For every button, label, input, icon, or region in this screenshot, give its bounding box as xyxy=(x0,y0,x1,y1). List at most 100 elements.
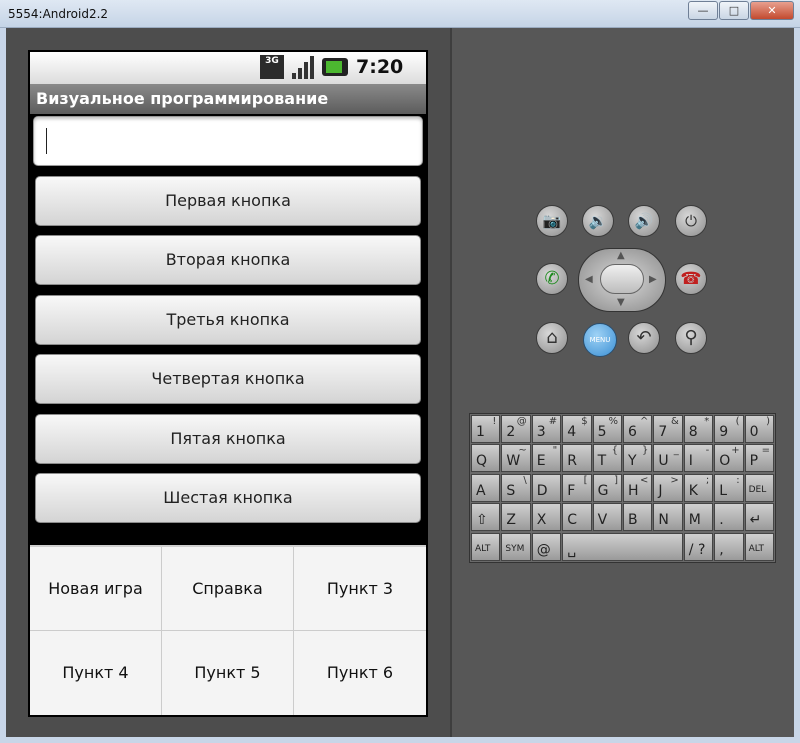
menu-item-4[interactable]: Пункт 4 xyxy=(30,631,162,715)
key-A[interactable]: A xyxy=(471,473,501,502)
key-alt-label: } xyxy=(642,445,649,457)
key-I[interactable]: I- xyxy=(683,444,714,473)
volume-down-icon[interactable]: 🔉 xyxy=(582,205,614,237)
key-L[interactable]: L: xyxy=(714,473,744,502)
key-Y[interactable]: Y} xyxy=(623,444,653,473)
volume-up-icon[interactable]: 🔊 xyxy=(628,205,660,237)
key-P[interactable]: P = xyxy=(744,444,774,473)
key-G[interactable]: G] xyxy=(592,473,622,502)
key-K[interactable]: K; xyxy=(683,473,714,502)
key-.[interactable]: . xyxy=(714,503,744,532)
key-alt-label: $ xyxy=(581,416,588,427)
key-alt-right[interactable]: ALT xyxy=(744,532,774,561)
second-button[interactable]: Вторая кнопка xyxy=(35,235,421,285)
key-comma[interactable]: , xyxy=(714,532,744,561)
key-6[interactable]: 6 ^ xyxy=(623,415,653,443)
key-2[interactable]: 2 @ xyxy=(501,415,531,443)
key-alt-label: > xyxy=(670,474,679,486)
key-N[interactable]: N xyxy=(653,503,683,532)
key-alt-label: : xyxy=(736,474,740,486)
status-bar: 3G 7:20 AM xyxy=(30,52,426,99)
key-sym[interactable]: SYM xyxy=(501,532,531,561)
key-at[interactable]: @ xyxy=(531,532,562,561)
key-V[interactable]: V xyxy=(592,503,622,532)
sixth-button[interactable]: Шестая кнопка xyxy=(35,473,421,523)
menu-item-new-game[interactable]: Новая игра xyxy=(30,547,162,631)
key-space[interactable]: ␣ xyxy=(562,532,683,561)
text-cursor xyxy=(46,128,47,154)
key-J[interactable]: J > xyxy=(653,473,683,502)
key-9[interactable]: 9( xyxy=(714,415,744,443)
key-W[interactable]: W ~ xyxy=(501,444,531,473)
key-label: . xyxy=(719,512,724,529)
home-icon[interactable]: ⌂ xyxy=(536,322,568,354)
third-button[interactable]: Третья кнопка xyxy=(35,295,421,345)
key-D[interactable]: D xyxy=(531,473,562,502)
key-label: G xyxy=(597,482,609,499)
call-icon[interactable]: ✆ xyxy=(536,263,568,295)
key-T[interactable]: T{ xyxy=(592,444,622,473)
key-U[interactable]: U _ xyxy=(653,444,683,473)
key-label: ALT xyxy=(475,543,491,554)
key-label: @ xyxy=(536,541,551,558)
key-⇧[interactable]: ⇧ xyxy=(471,503,501,532)
key-label: 7 xyxy=(658,424,668,440)
key-E[interactable]: E " xyxy=(531,444,562,473)
key-label: 6 xyxy=(628,424,637,440)
fourth-button[interactable]: Четвертая кнопка xyxy=(35,354,421,404)
key-O[interactable]: O + xyxy=(714,444,744,473)
app-title: Визуальное программирование xyxy=(36,89,329,108)
key-Z[interactable]: Z xyxy=(501,503,531,532)
key-label: 1 xyxy=(476,424,485,440)
key-alt-left[interactable]: ALT xyxy=(471,532,501,561)
key-4[interactable]: 4 $ xyxy=(562,415,592,443)
back-icon[interactable]: ↶ xyxy=(628,322,660,354)
key-B[interactable]: B xyxy=(623,503,653,532)
key-X[interactable]: X xyxy=(531,503,562,532)
window-titlebar[interactable]: 5554:Android2.2 — □ ✕ xyxy=(0,0,800,28)
key-↵[interactable]: ↵ xyxy=(744,503,774,532)
end-call-icon[interactable]: ☎ xyxy=(675,263,707,295)
maximize-button[interactable]: □ xyxy=(719,1,749,20)
key-alt-label: * xyxy=(704,416,710,427)
key-S[interactable]: S \ xyxy=(501,473,531,502)
key-slash[interactable]: / ? xyxy=(683,532,714,561)
menu-item-5[interactable]: Пункт 5 xyxy=(162,631,294,715)
key-R[interactable]: R xyxy=(562,444,592,473)
key-label: 2 xyxy=(506,424,516,440)
key-5[interactable]: 5% xyxy=(592,415,622,443)
menu-button[interactable]: MENU xyxy=(583,323,617,357)
key-label: 8 xyxy=(688,424,698,440)
dpad-center-button[interactable] xyxy=(600,264,644,294)
search-icon[interactable]: ⚲ xyxy=(675,322,707,354)
key-M[interactable]: M xyxy=(683,503,714,532)
menu-item-help[interactable]: Справка xyxy=(162,547,294,631)
key-H[interactable]: H < xyxy=(623,473,653,502)
key-alt-label: ] xyxy=(614,474,618,486)
menu-item-6[interactable]: Пункт 6 xyxy=(294,631,426,715)
text-input[interactable] xyxy=(33,116,423,166)
close-button[interactable]: ✕ xyxy=(750,1,794,20)
key-alt-label: % xyxy=(608,416,618,427)
menu-item-3[interactable]: Пункт 3 xyxy=(294,547,426,631)
key-DEL[interactable]: DEL xyxy=(744,473,774,502)
fifth-button[interactable]: Пятая кнопка xyxy=(35,414,421,464)
minimize-button[interactable]: — xyxy=(688,1,718,20)
key-3[interactable]: 3 # xyxy=(531,415,562,443)
key-1[interactable]: 1! xyxy=(471,415,501,443)
key-F[interactable]: F[ xyxy=(562,473,592,502)
key-C[interactable]: C xyxy=(562,503,592,532)
key-label: C xyxy=(567,512,577,529)
key-0[interactable]: 0) xyxy=(744,415,774,443)
power-icon[interactable]: ⏻ xyxy=(675,205,707,237)
first-button[interactable]: Первая кнопка xyxy=(35,176,421,226)
key-8[interactable]: 8 * xyxy=(683,415,714,443)
dpad-left-icon: ◀ xyxy=(585,274,593,285)
key-7[interactable]: 7 & xyxy=(653,415,683,443)
key-label: R xyxy=(567,453,577,470)
key-Q[interactable]: Q xyxy=(471,444,501,473)
camera-icon[interactable]: 📷 xyxy=(536,205,568,237)
key-label: 3 xyxy=(536,424,546,440)
key-label: SYM xyxy=(505,543,525,554)
key-alt-label: @ xyxy=(516,416,527,427)
